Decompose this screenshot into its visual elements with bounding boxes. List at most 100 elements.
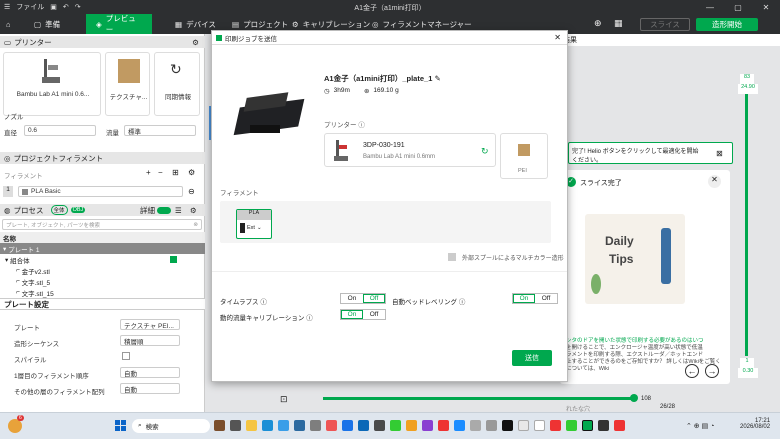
detail-switch[interactable] — [157, 206, 171, 214]
view-icon[interactable]: ⊡ — [280, 394, 288, 405]
minimize-button[interactable]: — — [696, 0, 724, 14]
send-button[interactable]: 送信 — [512, 350, 552, 366]
print-button[interactable]: 造形開始 — [696, 18, 758, 31]
taskbar-search[interactable]: ⌕ 検索 — [132, 419, 210, 433]
printer-card[interactable]: Bambu Lab A1 mini 0.6... — [3, 52, 101, 116]
flow-select[interactable]: 標準 — [124, 125, 196, 136]
app-icon[interactable] — [310, 420, 321, 431]
flow-calibration-toggle[interactable]: On Off — [340, 309, 386, 320]
close-dialog-button[interactable]: ✕ — [554, 33, 561, 42]
bambu-studio-icon[interactable] — [582, 420, 593, 431]
layer-slider[interactable] — [745, 94, 748, 356]
line-icon[interactable] — [390, 420, 401, 431]
setting-label: 1層目のフィラメント順序 — [14, 373, 89, 380]
settings-icon[interactable]: ⚙ — [190, 206, 197, 215]
move-slider[interactable] — [323, 397, 633, 400]
app-icon[interactable] — [374, 420, 385, 431]
app-icon[interactable] — [550, 420, 561, 431]
app-icon[interactable] — [406, 420, 417, 431]
group-row[interactable]: ▾ 組合体 — [0, 254, 205, 265]
app-icon[interactable] — [486, 420, 497, 431]
edit-icon[interactable]: ✎ — [434, 74, 440, 83]
list-item[interactable]: ⌐ 文字.stl_5 — [0, 276, 205, 287]
help-icon[interactable]: ⓘ — [358, 122, 365, 129]
remove-icon[interactable]: − — [158, 168, 163, 177]
help-icon[interactable]: ⓘ — [459, 299, 466, 306]
clear-icon[interactable]: ⊗ — [193, 222, 198, 228]
sync-filament-icon[interactable]: ⊞ — [172, 168, 179, 177]
grid-icon[interactable]: ▦ — [614, 18, 623, 29]
edit-filament-icon[interactable]: ⊖ — [188, 187, 195, 196]
app-icon[interactable] — [214, 420, 225, 431]
filament-settings-icon[interactable]: ⚙ — [188, 168, 195, 177]
globe-icon[interactable]: ⊕ — [594, 18, 602, 29]
add-icon[interactable]: + — [146, 168, 151, 177]
help-icon[interactable]: ⓘ — [306, 315, 313, 322]
filament-index: 1 — [3, 186, 13, 197]
filament-select[interactable]: PLA Basic — [18, 186, 183, 197]
app-icon[interactable] — [598, 420, 609, 431]
edge-icon[interactable] — [262, 420, 273, 431]
app-icon[interactable] — [326, 420, 337, 431]
app-icon[interactable] — [422, 420, 433, 431]
list-item[interactable]: ⌐ 金子v2.stl — [0, 265, 205, 276]
refresh-icon[interactable]: ↻ — [481, 146, 489, 157]
task-view-icon[interactable] — [230, 420, 241, 431]
app-icon[interactable] — [438, 420, 449, 431]
prev-tip-button[interactable]: ← — [685, 364, 699, 378]
spiral-checkbox[interactable] — [122, 352, 130, 360]
filament-mapping[interactable]: PLA Ext ⌄ — [236, 209, 272, 239]
global-toggle[interactable]: 全体 — [50, 205, 68, 215]
sync-button[interactable]: ↻ 同期情報 — [154, 52, 200, 116]
app-icon[interactable] — [358, 420, 369, 431]
other-layer-order-select[interactable]: 自動 — [120, 383, 180, 394]
app-icon[interactable] — [278, 420, 289, 431]
app-icon[interactable] — [518, 420, 529, 431]
next-tip-button[interactable]: → — [705, 364, 719, 378]
app-icon[interactable] — [294, 420, 305, 431]
sequence-select[interactable]: 積層順 — [120, 335, 180, 346]
slice-button[interactable]: スライス — [640, 18, 690, 31]
close-icon[interactable]: ✕ — [708, 175, 721, 188]
search-input[interactable]: プレート, オブジェクト, パーツを検索 ⊗ — [2, 219, 202, 230]
obj-toggle[interactable]: OBJ — [70, 207, 86, 213]
start-icon[interactable] — [115, 420, 126, 431]
diameter-label: 直径 — [4, 130, 17, 137]
list-icon[interactable]: ☰ — [175, 206, 182, 215]
home-icon[interactable]: ⌂ — [0, 14, 17, 34]
plate-card[interactable]: テクスチャ... — [105, 52, 150, 116]
diameter-select[interactable]: 0.6 — [24, 125, 96, 136]
app-icon[interactable] — [470, 420, 481, 431]
app-icon[interactable] — [454, 420, 465, 431]
first-layer-order-select[interactable]: 自動 — [120, 367, 180, 378]
list-item[interactable]: ⌐ 文字.stl_15 — [0, 287, 205, 298]
move-slider-handle[interactable] — [630, 394, 638, 402]
amazon-icon[interactable] — [534, 420, 545, 431]
maximize-button[interactable]: ▢ — [724, 0, 752, 14]
multicolor-checkbox[interactable] — [448, 253, 456, 261]
weather-icon[interactable] — [8, 419, 22, 433]
printer-model: Bambu Lab A1 mini 0.6mm — [363, 154, 436, 160]
x-icon[interactable] — [502, 420, 513, 431]
auto-leveling-toggle[interactable]: On Off — [512, 293, 558, 304]
explorer-icon[interactable] — [246, 420, 257, 431]
plate-row[interactable]: ▾ プレート 1 — [0, 243, 205, 254]
tab-preview[interactable]: ◈ プレビュー — [86, 14, 152, 34]
tab-prepare[interactable]: ▢ 準備 — [24, 14, 70, 34]
app-icon[interactable] — [566, 420, 577, 431]
printer-select[interactable]: 3DP-030-191 Bambu Lab A1 mini 0.6mm ↻ — [324, 133, 496, 167]
app-icon[interactable] — [614, 420, 625, 431]
timelapse-toggle[interactable]: On Off — [340, 293, 386, 304]
tray-icons[interactable]: ⌃ ⊕ ▤ ◔ — [686, 422, 714, 430]
gear-icon[interactable]: ⚙ — [192, 38, 199, 47]
help-icon[interactable]: ⓘ — [260, 299, 267, 306]
close-window-button[interactable]: ✕ — [752, 0, 780, 14]
close-notice-icon[interactable]: ⊠ — [716, 149, 723, 158]
plate-select[interactable]: テクスチャ PEI... — [120, 319, 180, 330]
auto-leveling-label: 自動ベッドレベリング ⓘ — [392, 299, 466, 306]
search-icon: ⌕ — [138, 422, 142, 429]
app-icon[interactable] — [342, 420, 353, 431]
flow-calibration-label: 動的流量キャリブレーション ⓘ — [220, 315, 313, 322]
clock[interactable]: 17:21 2026/08/02 — [740, 418, 770, 430]
check-icon[interactable] — [170, 256, 177, 263]
